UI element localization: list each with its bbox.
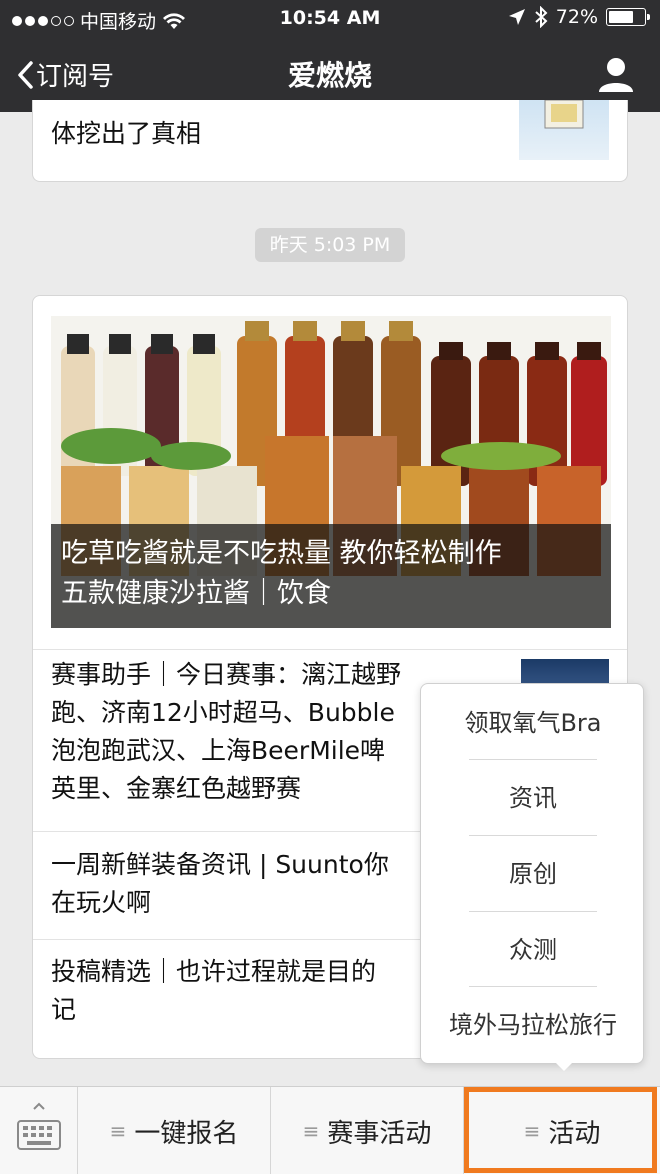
hero-caption-line-2: 五款健康沙拉酱｜饮食 [61, 578, 331, 609]
hero-article[interactable]: 吃草吃酱就是不吃热量 教你轻松制作 五款健康沙拉酱｜饮食 [51, 316, 611, 628]
divider [469, 835, 597, 836]
menu-tab-quick-signup[interactable]: ≡ 一键报名 [78, 1087, 271, 1174]
article-thumbnail [519, 100, 609, 160]
popup-pointer [553, 1060, 575, 1071]
menu-tab-activities[interactable]: ≡ 活动 [464, 1087, 660, 1174]
keyboard-toggle-button[interactable] [0, 1087, 78, 1174]
menu-tab-label: 一键报名 [134, 1118, 239, 1149]
submenu-item-overseas-marathon[interactable]: 境外马拉松旅行 [421, 988, 645, 1062]
submenu-popup: 领取氧气Bra 资讯 原创 众测 境外马拉松旅行 [420, 683, 644, 1064]
bottom-menu-bar: ≡ 一键报名 ≡ 赛事活动 ≡ 活动 [0, 1086, 660, 1174]
battery-percent: 72% [555, 6, 598, 28]
hero-caption: 吃草吃酱就是不吃热量 教你轻松制作 五款健康沙拉酱｜饮食 [51, 524, 611, 628]
hero-caption-line-1: 吃草吃酱就是不吃热量 教你轻松制作 [61, 538, 502, 569]
menu-tab-label: 活动 [548, 1118, 601, 1149]
menu-tab-label: 赛事活动 [327, 1118, 432, 1149]
status-right: 72% [508, 6, 650, 28]
submenu-item-oxygen-bra[interactable]: 领取氧气Bra [421, 686, 645, 760]
profile-icon[interactable] [596, 54, 636, 94]
bluetooth-icon [535, 6, 548, 28]
menu-lines-icon: ≡ [523, 1119, 541, 1143]
article-title: 体挖出了真相 [51, 119, 202, 148]
menu-tab-events[interactable]: ≡ 赛事活动 [271, 1087, 464, 1174]
article-card-previous[interactable]: 体挖出了真相 [32, 100, 628, 182]
location-arrow-icon [508, 9, 525, 25]
divider [469, 986, 597, 987]
submenu-item-review[interactable]: 众测 [421, 913, 645, 987]
status-bar: 中国移动 10:54 AM 72% [0, 0, 660, 38]
divider [469, 759, 597, 760]
page-title: 爱燃烧 [287, 59, 372, 92]
menu-lines-icon: ≡ [109, 1119, 127, 1143]
divider [469, 911, 597, 912]
divider [33, 649, 627, 650]
menu-lines-icon: ≡ [302, 1119, 320, 1143]
submenu-item-news[interactable]: 资讯 [421, 761, 645, 835]
keyboard-icon [17, 1102, 61, 1150]
message-timestamp: 昨天 5:03 PM [255, 228, 405, 262]
submenu-item-original[interactable]: 原创 [421, 837, 645, 911]
battery-icon [606, 8, 650, 26]
